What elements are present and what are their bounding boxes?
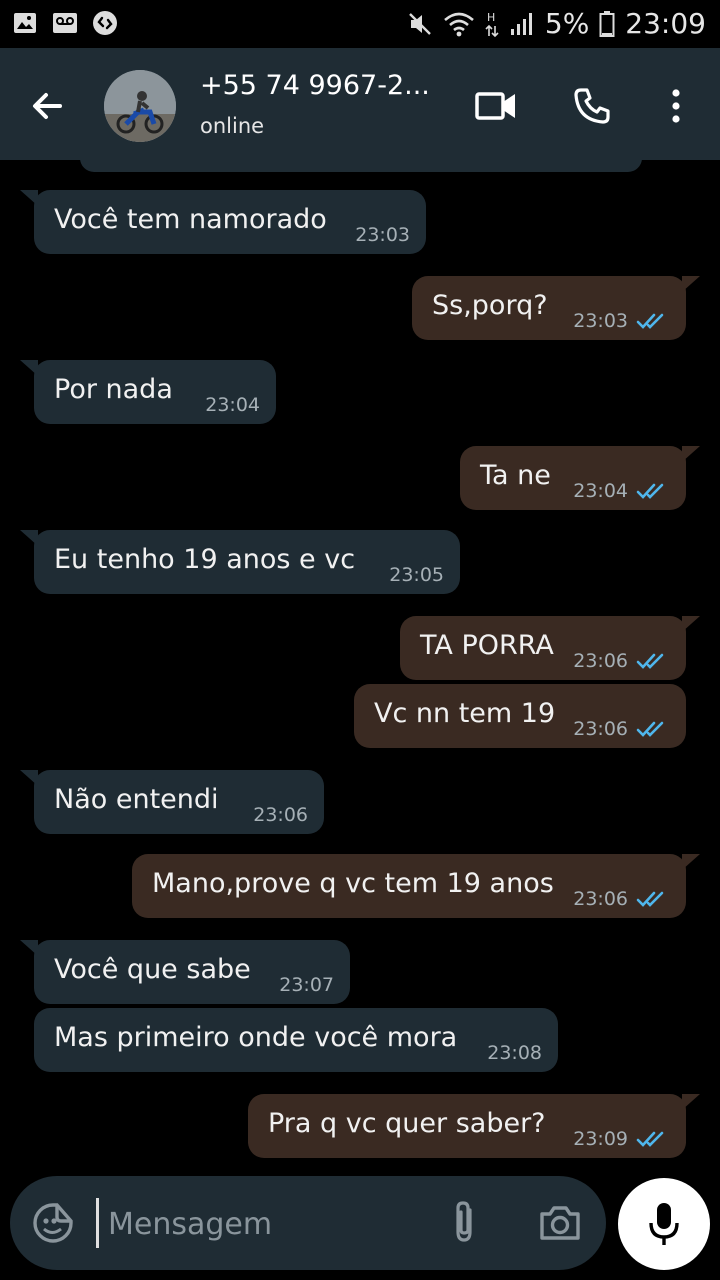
message-outgoing[interactable]: TA PORRA 23:06 xyxy=(400,616,700,680)
attach-icon[interactable] xyxy=(446,1200,482,1246)
contact-name[interactable]: +55 74 9967-2... xyxy=(200,70,430,101)
message-composer xyxy=(10,1176,606,1270)
message-text: TA PORRA xyxy=(420,630,554,661)
read-receipt-icon xyxy=(636,1131,664,1147)
cut-off-message-bubble xyxy=(80,160,642,172)
message-text: Ss,porq? xyxy=(432,290,548,321)
voicemail-icon xyxy=(52,10,78,36)
svg-text:H: H xyxy=(487,11,495,24)
read-receipt-icon xyxy=(636,721,664,737)
read-receipt-icon xyxy=(636,891,664,907)
message-outgoing[interactable]: Mano,prove q vc tem 19 anos 23:06 xyxy=(132,854,700,918)
message-text: Por nada xyxy=(54,374,173,405)
gallery-icon xyxy=(12,10,38,36)
battery-icon xyxy=(599,11,615,37)
message-input[interactable] xyxy=(106,1196,430,1252)
status-time: 23:09 xyxy=(625,7,706,40)
text-cursor xyxy=(96,1198,99,1248)
message-text: Mas primeiro onde você mora xyxy=(54,1022,458,1053)
message-outgoing[interactable]: Vc nn tem 19 23:06 xyxy=(354,684,686,748)
message-text: Mano,prove q vc tem 19 anos xyxy=(152,868,554,899)
message-incoming[interactable]: Você tem namorado 23:03 xyxy=(20,190,426,254)
read-receipt-icon xyxy=(636,483,664,499)
chat-header: +55 74 9967-2... online xyxy=(0,48,720,160)
message-time: 23:06 xyxy=(573,888,628,910)
emoji-sticker-icon[interactable] xyxy=(32,1202,74,1244)
phone-call-icon[interactable] xyxy=(568,82,616,130)
message-outgoing[interactable]: Ta ne 23:04 xyxy=(460,446,700,510)
message-incoming[interactable]: Eu tenho 19 anos e vc 23:05 xyxy=(20,530,460,594)
message-time: 23:04 xyxy=(573,480,628,502)
message-text: Ta ne xyxy=(480,460,551,491)
video-call-icon[interactable] xyxy=(472,82,520,130)
message-incoming[interactable]: Por nada 23:04 xyxy=(20,360,276,424)
signal-icon xyxy=(510,13,532,35)
message-outgoing[interactable]: Pra q vc quer saber? 23:09 xyxy=(248,1094,700,1158)
message-incoming[interactable]: Não entendi 23:06 xyxy=(20,770,324,834)
message-outgoing[interactable]: Ss,porq? 23:03 xyxy=(412,276,700,340)
hspa-icon: H xyxy=(485,11,499,38)
message-time: 23:04 xyxy=(205,394,260,416)
message-time: 23:05 xyxy=(389,564,444,586)
message-text: Eu tenho 19 anos e vc xyxy=(54,544,356,575)
mute-icon xyxy=(409,13,431,35)
message-text: Você tem namorado xyxy=(54,204,327,235)
shazam-icon xyxy=(92,10,118,36)
message-text: Não entendi xyxy=(54,784,219,815)
message-text: Pra q vc quer saber? xyxy=(268,1108,546,1139)
message-incoming[interactable]: Mas primeiro onde você mora 23:08 xyxy=(34,1008,558,1072)
battery-percent: 5% xyxy=(544,7,590,40)
read-receipt-icon xyxy=(636,653,664,669)
message-time: 23:09 xyxy=(573,1128,628,1150)
camera-icon[interactable] xyxy=(538,1202,582,1244)
avatar[interactable] xyxy=(104,70,176,142)
back-arrow-icon[interactable] xyxy=(26,84,70,128)
message-time: 23:06 xyxy=(573,650,628,672)
status-bar: H 5% 23:09 xyxy=(0,0,720,48)
wifi-icon xyxy=(444,12,474,37)
message-incoming[interactable]: Você que sabe 23:07 xyxy=(20,940,350,1004)
message-time: 23:03 xyxy=(573,310,628,332)
message-text: Vc nn tem 19 xyxy=(374,698,556,729)
message-time: 23:07 xyxy=(279,974,334,996)
message-time: 23:08 xyxy=(487,1042,542,1064)
message-time: 23:03 xyxy=(355,224,410,246)
message-time: 23:06 xyxy=(573,718,628,740)
contact-status: online xyxy=(200,114,265,138)
read-receipt-icon xyxy=(636,313,664,329)
message-list[interactable]: Você tem namorado 23:03 Ss,porq? 23:03 P… xyxy=(0,160,720,1168)
message-text: Você que sabe xyxy=(54,954,251,985)
message-time: 23:06 xyxy=(253,804,308,826)
mic-icon[interactable] xyxy=(618,1178,710,1270)
more-options-icon[interactable] xyxy=(652,82,700,130)
